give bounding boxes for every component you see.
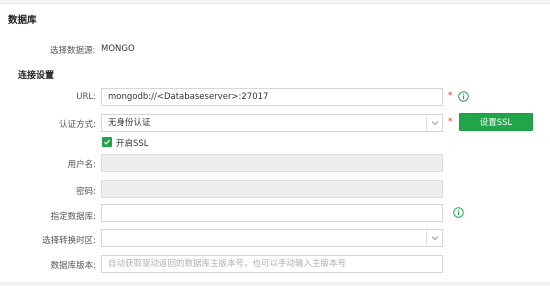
username-label: 用户名: <box>67 160 96 170</box>
password-label: 密码: <box>76 187 96 197</box>
database-input[interactable] <box>101 204 443 222</box>
section-title: 数据库 <box>8 15 37 26</box>
url-label: URL: <box>76 92 96 102</box>
url-info-icon[interactable] <box>458 91 469 102</box>
bottom-divider <box>0 282 550 286</box>
enable-ssl-checkbox[interactable] <box>102 137 112 147</box>
version-input[interactable]: 自动获取驱动返回的数据库主版本号，也可以手动输入主版本号 <box>101 255 443 273</box>
set-ssl-button[interactable]: 设置SSL <box>459 113 533 131</box>
auth-label: 认证方式: <box>59 120 96 130</box>
url-required-mark: * <box>448 91 453 101</box>
auth-select[interactable]: 无身份认证 <box>101 114 443 132</box>
url-input-value: mongodb://<Databaseserver>:27017 <box>108 92 269 102</box>
timezone-label: 选择转换时区: <box>42 236 96 246</box>
version-input-placeholder: 自动获取驱动返回的数据库主版本号，也可以手动输入主版本号 <box>108 259 347 269</box>
password-input[interactable] <box>101 180 443 198</box>
datasource-label: 选择数据源: <box>50 46 96 56</box>
username-input[interactable] <box>101 154 443 172</box>
enable-ssl-label: 开启SSL <box>116 139 149 149</box>
database-info-icon[interactable] <box>453 207 464 218</box>
version-label: 数据库版本: <box>50 261 96 271</box>
url-input[interactable]: mongodb://<Databaseserver>:27017 <box>101 88 443 106</box>
top-divider <box>0 0 550 4</box>
check-icon <box>104 139 111 145</box>
database-label: 指定数据库: <box>50 212 96 222</box>
auth-select-value: 无身份认证 <box>108 118 151 128</box>
chevron-down-icon <box>426 115 442 131</box>
auth-required-mark: * <box>448 117 453 127</box>
datasource-value: MONGO <box>101 44 135 54</box>
connection-settings-title: 连接设置 <box>18 71 55 81</box>
timezone-select[interactable] <box>101 229 443 247</box>
chevron-down-icon <box>426 230 442 246</box>
